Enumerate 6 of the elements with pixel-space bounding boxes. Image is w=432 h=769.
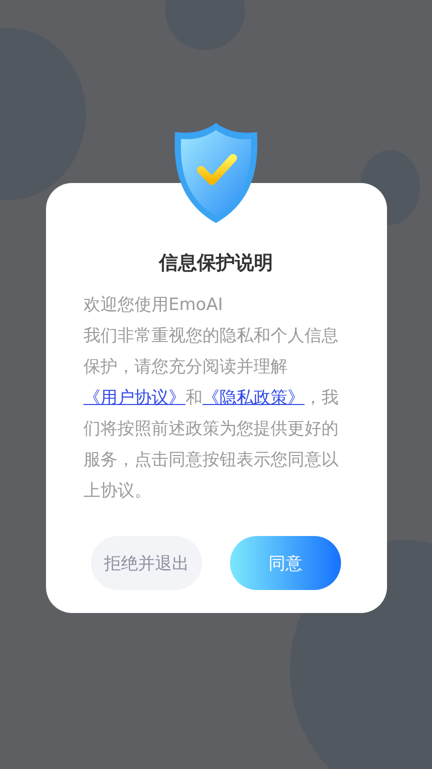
privacy-notice-text: 我们非常重视您的隐私和个人信息保护，请您充分阅读并理解 《用户协议》和《隐私政策》，我们将按照前述政策为您提供更好的服务，点击同意按钮表示您同意以上协议。 (84, 325, 338, 503)
policy-link[interactable]: 《用户协议》 (84, 388, 186, 408)
shield-check-icon (173, 122, 259, 224)
welcome-text: 欢迎您使用EmoAI (84, 294, 224, 317)
dialog-title: 信息保护说明 (159, 251, 273, 276)
policy-link[interactable]: 《隐私政策》 (202, 388, 304, 408)
